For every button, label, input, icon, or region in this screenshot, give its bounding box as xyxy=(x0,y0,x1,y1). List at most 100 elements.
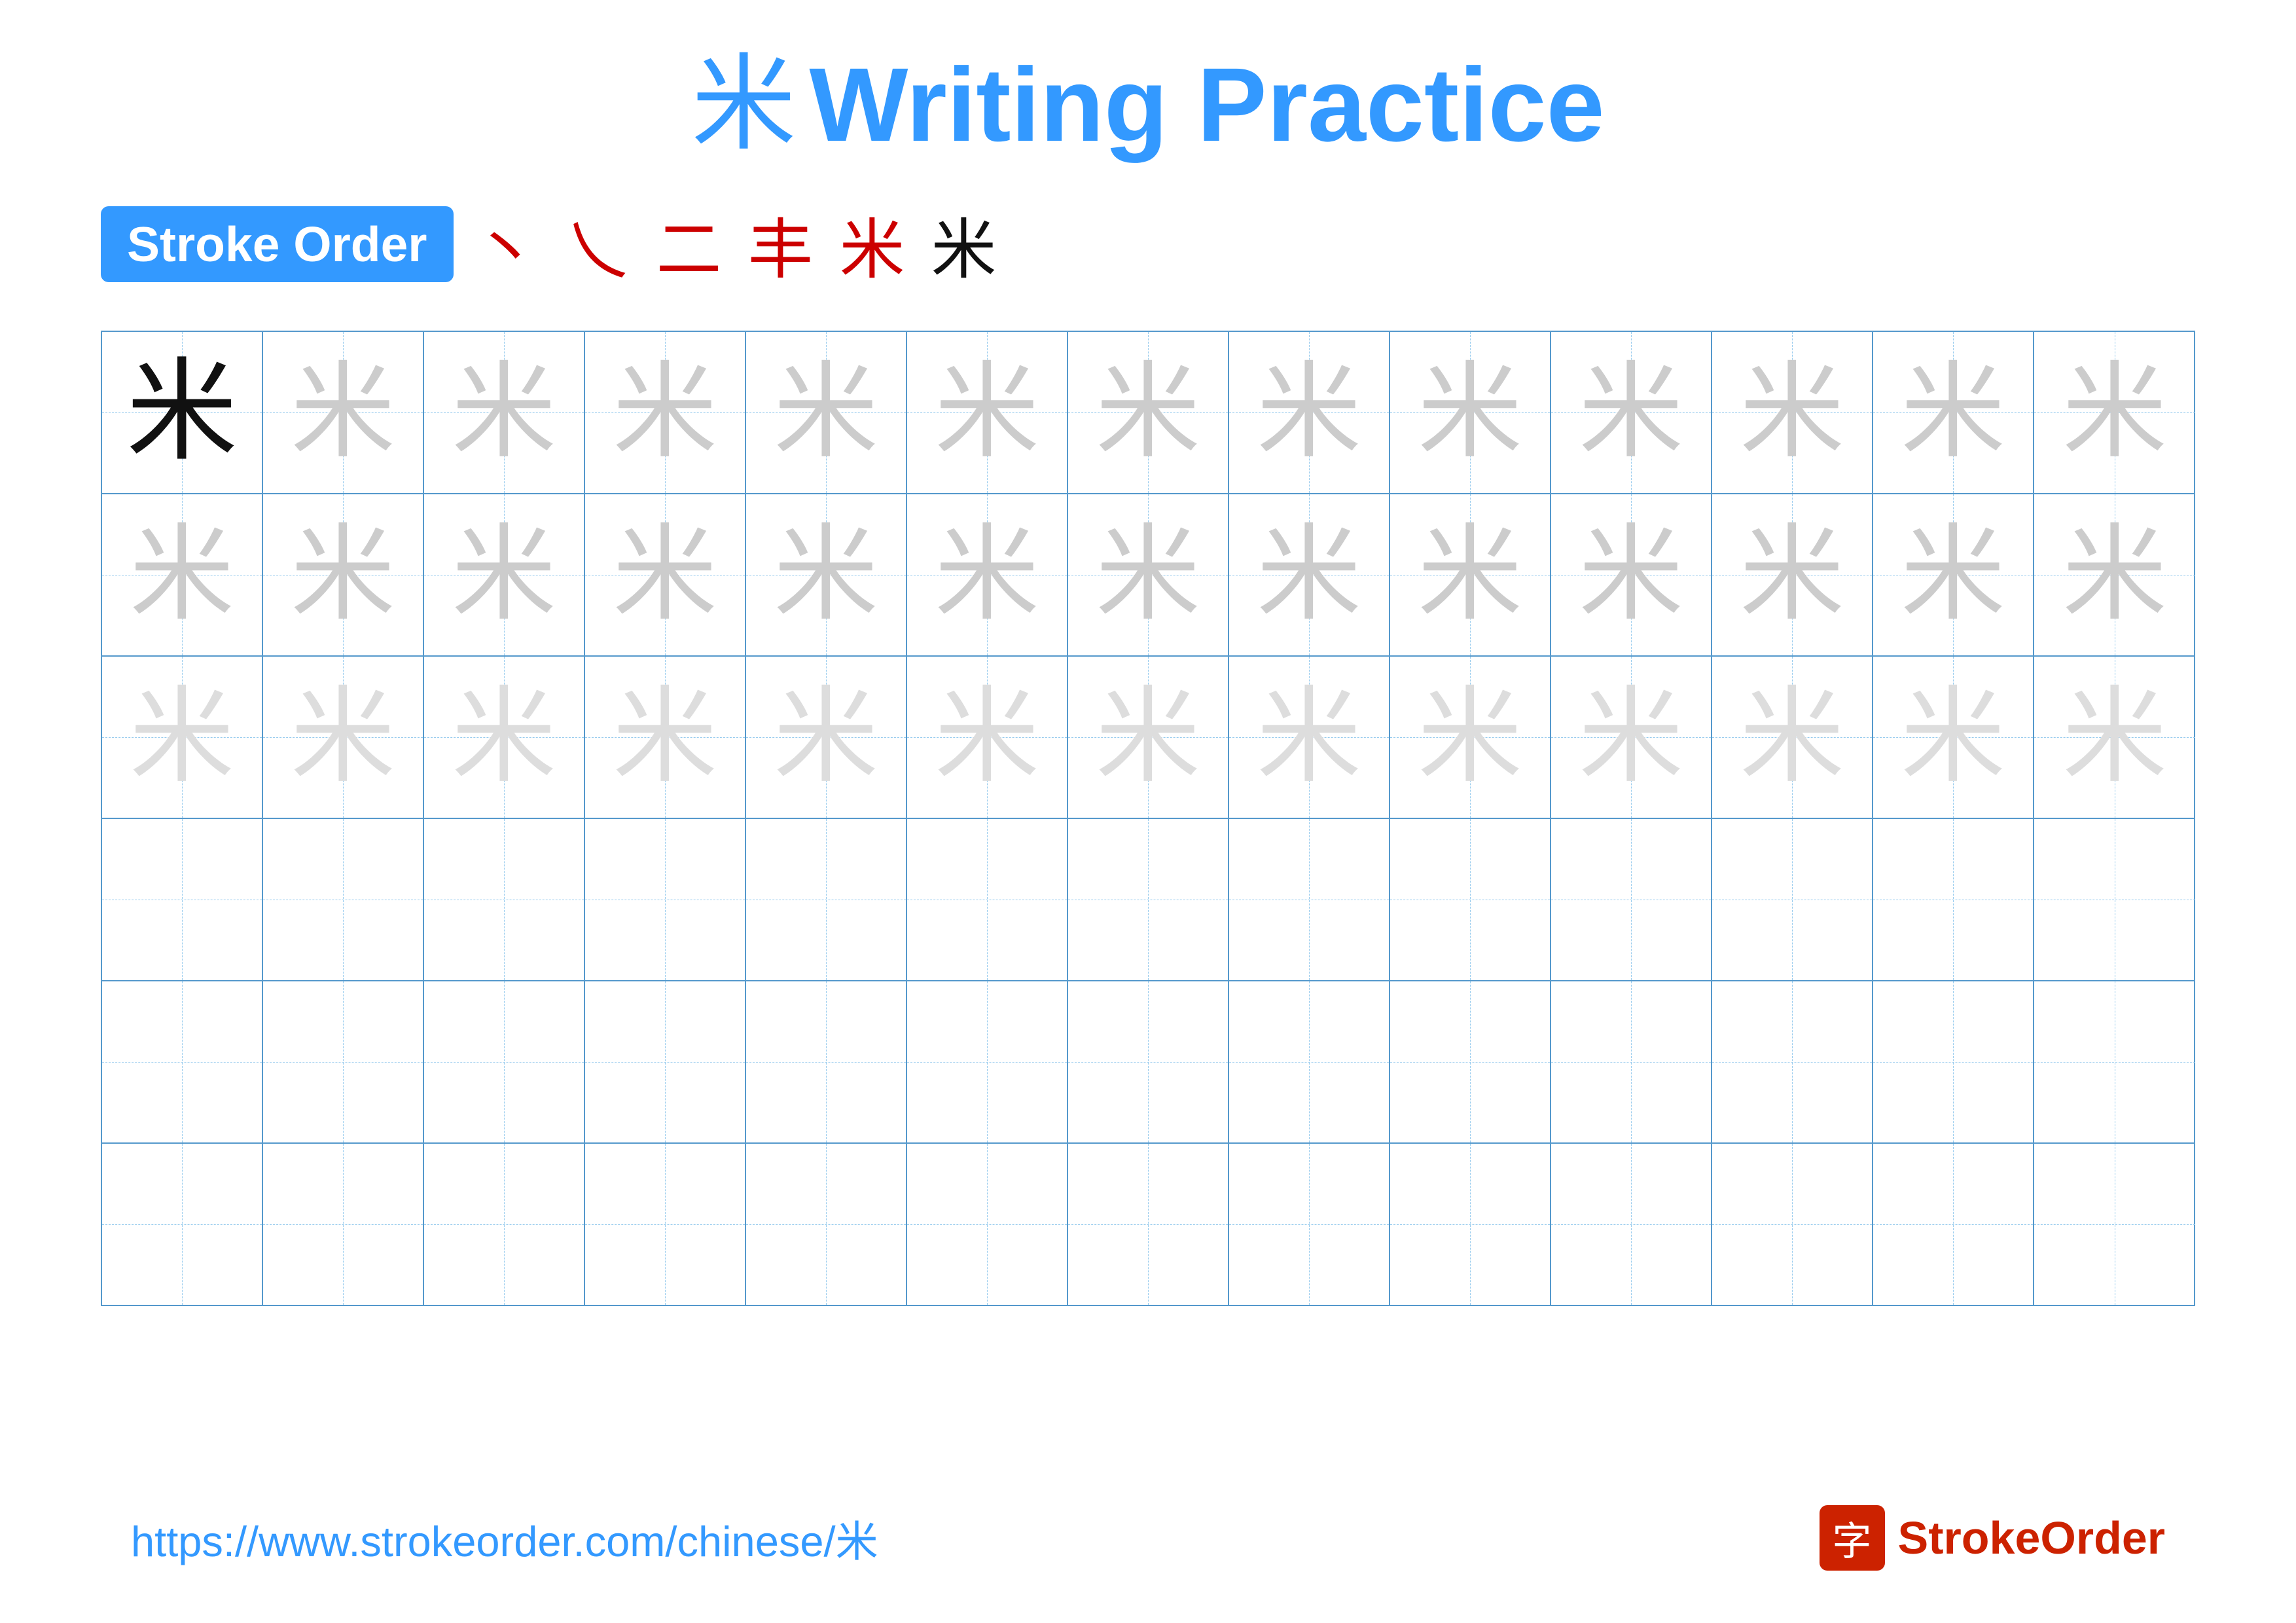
title-text: Writing Practice xyxy=(809,52,1604,157)
grid-cell-4-2[interactable] xyxy=(263,819,424,980)
grid-cell-1-5[interactable]: 米 xyxy=(746,332,907,493)
grid-cell-4-9[interactable] xyxy=(1390,819,1551,980)
grid-cell-2-3[interactable]: 米 xyxy=(424,494,585,655)
grid-cell-4-10[interactable] xyxy=(1551,819,1712,980)
grid-cell-6-10[interactable] xyxy=(1551,1144,1712,1305)
grid-cell-5-6[interactable] xyxy=(907,981,1068,1142)
char-light: 米 xyxy=(1257,685,1361,790)
grid-cell-5-7[interactable] xyxy=(1068,981,1229,1142)
grid-cell-3-5[interactable]: 米 xyxy=(746,657,907,818)
char-ghost: 米 xyxy=(613,522,717,627)
grid-cell-2-11[interactable]: 米 xyxy=(1712,494,1873,655)
grid-cell-3-13[interactable]: 米 xyxy=(2034,657,2195,818)
stroke-step-2: 乀 xyxy=(565,196,630,291)
grid-cell-3-3[interactable]: 米 xyxy=(424,657,585,818)
practice-grid[interactable]: 米 米 米 米 米 米 米 米 米 米 米 米 米 米 米 米 米 米 米 米 … xyxy=(101,331,2195,1306)
grid-cell-1-4[interactable]: 米 xyxy=(585,332,746,493)
grid-cell-2-7[interactable]: 米 xyxy=(1068,494,1229,655)
grid-cell-4-6[interactable] xyxy=(907,819,1068,980)
grid-cell-4-5[interactable] xyxy=(746,819,907,980)
grid-cell-2-1[interactable]: 米 xyxy=(102,494,263,655)
char-ghost: 米 xyxy=(291,360,395,465)
grid-cell-5-9[interactable] xyxy=(1390,981,1551,1142)
grid-cell-6-9[interactable] xyxy=(1390,1144,1551,1305)
grid-cell-3-6[interactable]: 米 xyxy=(907,657,1068,818)
grid-cell-5-11[interactable] xyxy=(1712,981,1873,1142)
grid-cell-4-7[interactable] xyxy=(1068,819,1229,980)
grid-cell-6-3[interactable] xyxy=(424,1144,585,1305)
grid-cell-3-12[interactable]: 米 xyxy=(1873,657,2034,818)
grid-cell-4-4[interactable] xyxy=(585,819,746,980)
grid-cell-3-7[interactable]: 米 xyxy=(1068,657,1229,818)
grid-cell-5-4[interactable] xyxy=(585,981,746,1142)
grid-cell-1-10[interactable]: 米 xyxy=(1551,332,1712,493)
grid-cell-5-10[interactable] xyxy=(1551,981,1712,1142)
grid-row-2: 米 米 米 米 米 米 米 米 米 米 米 米 米 xyxy=(102,494,2194,657)
grid-cell-6-7[interactable] xyxy=(1068,1144,1229,1305)
grid-cell-4-12[interactable] xyxy=(1873,819,2034,980)
grid-cell-1-12[interactable]: 米 xyxy=(1873,332,2034,493)
grid-row-3: 米 米 米 米 米 米 米 米 米 米 米 米 米 xyxy=(102,657,2194,819)
grid-cell-3-1[interactable]: 米 xyxy=(102,657,263,818)
char-ghost: 米 xyxy=(1901,360,2005,465)
grid-cell-1-1[interactable]: 米 xyxy=(102,332,263,493)
grid-cell-2-4[interactable]: 米 xyxy=(585,494,746,655)
grid-cell-1-13[interactable]: 米 xyxy=(2034,332,2195,493)
grid-cell-3-9[interactable]: 米 xyxy=(1390,657,1551,818)
grid-cell-5-8[interactable] xyxy=(1229,981,1390,1142)
grid-cell-4-13[interactable] xyxy=(2034,819,2195,980)
grid-cell-3-8[interactable]: 米 xyxy=(1229,657,1390,818)
grid-cell-1-2[interactable]: 米 xyxy=(263,332,424,493)
grid-cell-6-4[interactable] xyxy=(585,1144,746,1305)
char-ghost: 米 xyxy=(1257,360,1361,465)
grid-cell-4-11[interactable] xyxy=(1712,819,1873,980)
grid-cell-1-9[interactable]: 米 xyxy=(1390,332,1551,493)
grid-cell-1-3[interactable]: 米 xyxy=(424,332,585,493)
grid-cell-4-3[interactable] xyxy=(424,819,585,980)
grid-cell-3-10[interactable]: 米 xyxy=(1551,657,1712,818)
grid-cell-1-8[interactable]: 米 xyxy=(1229,332,1390,493)
char-ghost: 米 xyxy=(935,360,1039,465)
grid-cell-2-10[interactable]: 米 xyxy=(1551,494,1712,655)
grid-cell-6-6[interactable] xyxy=(907,1144,1068,1305)
grid-cell-6-1[interactable] xyxy=(102,1144,263,1305)
grid-cell-2-6[interactable]: 米 xyxy=(907,494,1068,655)
stroke-order-area: Stroke Order 丶 乀 二 丰 米 米 xyxy=(101,196,2195,291)
grid-cell-2-2[interactable]: 米 xyxy=(263,494,424,655)
grid-cell-5-1[interactable] xyxy=(102,981,263,1142)
grid-cell-5-5[interactable] xyxy=(746,981,907,1142)
grid-cell-6-8[interactable] xyxy=(1229,1144,1390,1305)
grid-cell-3-11[interactable]: 米 xyxy=(1712,657,1873,818)
grid-cell-5-3[interactable] xyxy=(424,981,585,1142)
grid-cell-6-12[interactable] xyxy=(1873,1144,2034,1305)
grid-cell-2-5[interactable]: 米 xyxy=(746,494,907,655)
grid-cell-3-4[interactable]: 米 xyxy=(585,657,746,818)
char-light: 米 xyxy=(291,685,395,790)
grid-cell-2-13[interactable]: 米 xyxy=(2034,494,2195,655)
char-ghost: 米 xyxy=(774,360,878,465)
char-ghost: 米 xyxy=(1418,522,1522,627)
char-light: 米 xyxy=(452,685,556,790)
grid-cell-2-12[interactable]: 米 xyxy=(1873,494,2034,655)
stroke-steps: 丶 乀 二 丰 米 米 xyxy=(473,196,997,291)
grid-cell-4-8[interactable] xyxy=(1229,819,1390,980)
grid-cell-5-13[interactable] xyxy=(2034,981,2195,1142)
char-solid: 米 xyxy=(126,357,238,468)
grid-cell-6-5[interactable] xyxy=(746,1144,907,1305)
grid-cell-5-2[interactable] xyxy=(263,981,424,1142)
grid-cell-6-2[interactable] xyxy=(263,1144,424,1305)
grid-cell-3-2[interactable]: 米 xyxy=(263,657,424,818)
grid-cell-1-7[interactable]: 米 xyxy=(1068,332,1229,493)
title-character: 米 xyxy=(691,52,796,157)
grid-cell-1-11[interactable]: 米 xyxy=(1712,332,1873,493)
grid-cell-2-9[interactable]: 米 xyxy=(1390,494,1551,655)
grid-cell-6-11[interactable] xyxy=(1712,1144,1873,1305)
grid-cell-6-13[interactable] xyxy=(2034,1144,2195,1305)
grid-cell-5-12[interactable] xyxy=(1873,981,2034,1142)
char-light: 米 xyxy=(1901,685,2005,790)
page: 米 Writing Practice Stroke Order 丶 乀 二 丰 … xyxy=(0,0,2296,1623)
char-light: 米 xyxy=(1096,685,1200,790)
grid-cell-1-6[interactable]: 米 xyxy=(907,332,1068,493)
grid-cell-4-1[interactable] xyxy=(102,819,263,980)
grid-cell-2-8[interactable]: 米 xyxy=(1229,494,1390,655)
